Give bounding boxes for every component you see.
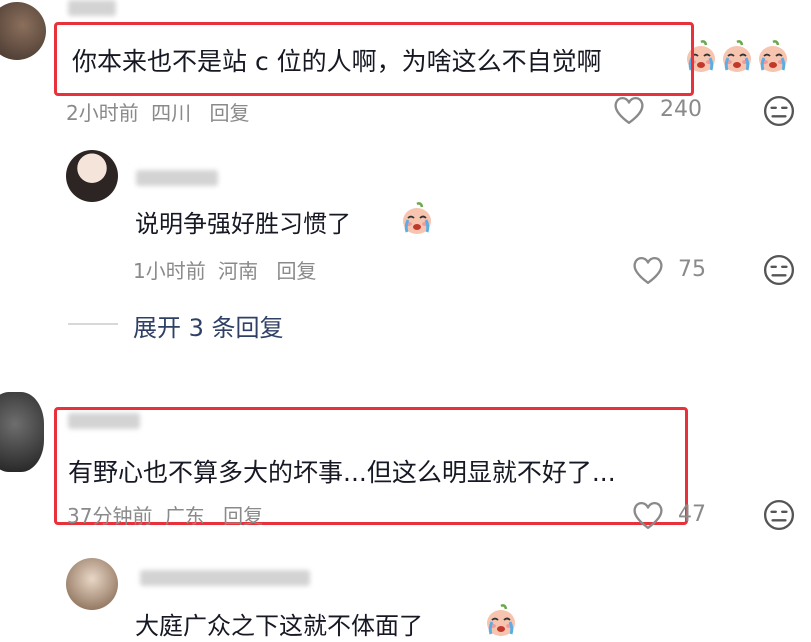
comment-text: 说明争强好胜习惯了	[135, 210, 351, 238]
like-count: 240	[660, 97, 702, 122]
expand-replies-link[interactable]: 展开 3 条回复	[133, 308, 284, 343]
dislike-face-icon[interactable]	[763, 499, 795, 535]
like-heart-icon[interactable]	[632, 254, 664, 290]
comment-location: 广东	[164, 504, 205, 528]
comment-meta: 2小时前 四川 回复	[66, 97, 249, 126]
crying-face-emoji	[720, 39, 754, 78]
comment-text: 大庭广众之下这就不体面了	[135, 612, 423, 640]
highlight-box	[54, 22, 694, 96]
like-count: 75	[678, 257, 706, 282]
dislike-face-icon[interactable]	[763, 254, 795, 290]
comment-location: 河南	[218, 259, 259, 283]
username-blurred[interactable]	[140, 570, 310, 586]
crying-face-emoji	[400, 201, 434, 240]
avatar[interactable]	[66, 150, 118, 202]
comment-time: 2小时前	[66, 101, 139, 125]
comment-meta: 37分钟前 广东 回复	[67, 500, 263, 529]
dislike-face-icon[interactable]	[763, 95, 795, 131]
avatar[interactable]	[66, 558, 118, 610]
reply-button[interactable]: 回复	[223, 504, 263, 528]
username-blurred[interactable]	[68, 0, 116, 16]
reply-button[interactable]: 回复	[209, 101, 249, 125]
crying-face-emoji	[484, 603, 518, 642]
reply-button[interactable]: 回复	[276, 259, 316, 283]
username-blurred[interactable]	[136, 170, 218, 186]
like-heart-icon[interactable]	[632, 499, 664, 535]
avatar[interactable]	[0, 2, 46, 60]
expand-divider	[68, 323, 118, 325]
like-count: 47	[678, 502, 706, 527]
comment-time: 1小时前	[133, 259, 206, 283]
comment-meta: 1小时前 河南 回复	[133, 255, 316, 284]
comment-location: 四川	[151, 101, 192, 125]
comment-time: 37分钟前	[67, 504, 153, 528]
avatar[interactable]	[0, 392, 44, 472]
like-heart-icon[interactable]	[613, 94, 645, 130]
crying-face-emoji	[756, 39, 790, 78]
